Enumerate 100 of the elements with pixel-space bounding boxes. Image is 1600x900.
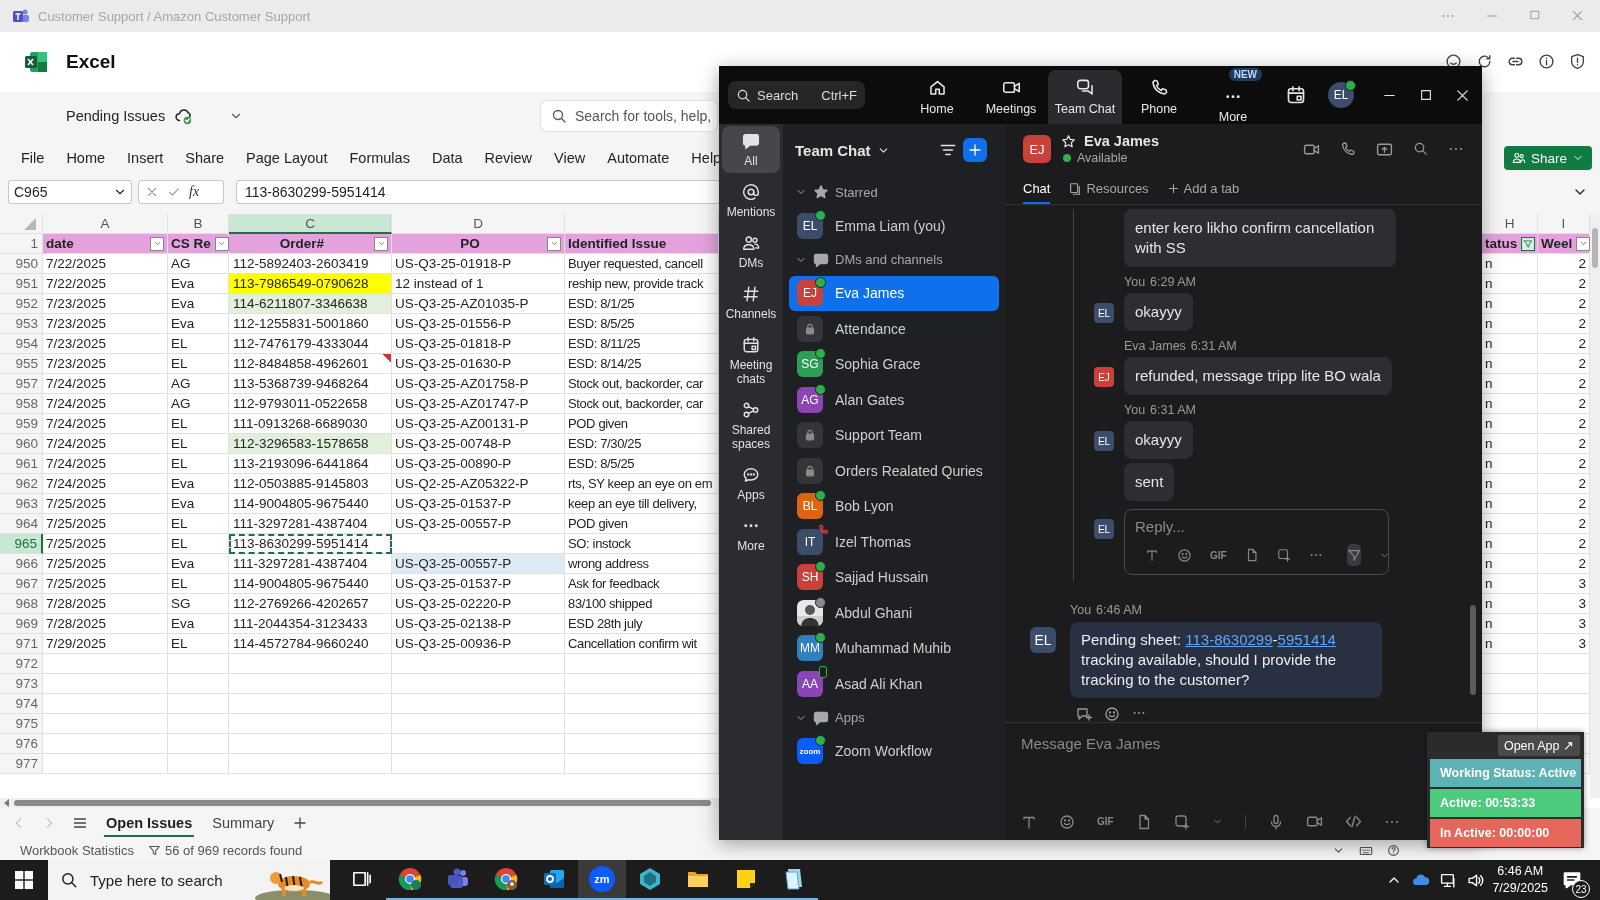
row-number[interactable]: 961	[0, 454, 43, 474]
share-screen-icon[interactable]	[1376, 140, 1393, 158]
row-number[interactable]: 975	[0, 714, 43, 734]
row-number[interactable]: 959	[0, 414, 43, 434]
screenshot-icon[interactable]	[1173, 813, 1190, 830]
filter-dropdown-button[interactable]	[214, 236, 229, 251]
message-field[interactable]: Message Eva James	[1021, 735, 1161, 752]
column-letter[interactable]: D	[392, 214, 565, 234]
column-letter[interactable]: C	[229, 214, 392, 234]
sidebar-item[interactable]: Channels	[722, 279, 780, 326]
nav-tab[interactable]: Phone	[1122, 70, 1196, 124]
name-box[interactable]: C965	[8, 180, 132, 204]
sidebar-item[interactable]: Shared spaces	[722, 395, 780, 456]
filter-dropdown-button[interactable]	[150, 236, 164, 251]
search-icon[interactable]	[1413, 140, 1428, 156]
sidebar-item[interactable]: More	[722, 511, 780, 558]
clock-date[interactable]: 7/29/2025	[1492, 880, 1548, 897]
chat-list-item[interactable]: Abdul Ghani	[789, 595, 999, 631]
menu-item[interactable]: File	[21, 150, 45, 166]
row-number[interactable]: 974	[0, 694, 43, 714]
sheet-tab[interactable]: Open Issues	[104, 809, 195, 837]
open-app-button[interactable]: Open App ↗	[1497, 734, 1580, 756]
calendar-icon[interactable]	[1286, 85, 1306, 105]
filter-dropdown-button[interactable]	[1576, 236, 1591, 251]
column-letter[interactable]: B	[168, 214, 229, 234]
row-number[interactable]: 967	[0, 574, 43, 594]
chat-list-item[interactable]: EL Emma Liam (you)	[789, 208, 999, 244]
row-number[interactable]: 952	[0, 294, 43, 314]
star-icon[interactable]	[1061, 133, 1076, 149]
nav-tab[interactable]: Meetings	[974, 70, 1048, 124]
phone-icon[interactable]	[1340, 140, 1356, 157]
chat-tab[interactable]: Resources	[1068, 181, 1149, 204]
browser-icon[interactable]	[494, 867, 518, 891]
filter-applied-button[interactable]	[1521, 236, 1536, 251]
chat-list-item[interactable]: AG Alan Gates	[789, 382, 999, 418]
close-icon[interactable]	[1455, 87, 1470, 103]
windows-logo-icon[interactable]	[15, 871, 33, 889]
vertical-scrollbar[interactable]	[1590, 214, 1600, 798]
formula-field[interactable]: 113-8630299-5951414	[236, 180, 720, 204]
row-number[interactable]: 960	[0, 434, 43, 454]
row-number[interactable]: 973	[0, 674, 43, 694]
sidebar-item[interactable]: Apps	[722, 460, 780, 507]
row-number[interactable]: 958	[0, 394, 43, 414]
diamond-app-icon[interactable]	[638, 867, 662, 891]
people-app-icon[interactable]	[446, 867, 470, 891]
menu-item[interactable]: Review	[484, 150, 533, 166]
help-icon[interactable]	[1387, 844, 1400, 857]
mail-app-icon[interactable]	[542, 867, 566, 891]
section-header[interactable]: DMs and channels	[795, 243, 995, 276]
menu-item[interactable]: View	[554, 150, 586, 166]
sticky-note-icon[interactable]	[734, 867, 758, 891]
chat-list-item[interactable]: EJ Eva James	[789, 275, 999, 311]
menu-item[interactable]: Insert	[127, 150, 164, 166]
menu-item[interactable]: Automate	[607, 150, 670, 166]
chat-tab[interactable]: Chat	[1023, 181, 1051, 204]
shield-icon[interactable]	[1569, 52, 1586, 70]
horizontal-scrollbar[interactable]	[0, 798, 719, 808]
sidebar-item[interactable]: DMs	[722, 228, 780, 275]
menu-item[interactable]: Data	[431, 150, 463, 166]
nav-tab[interactable]: More	[1196, 88, 1270, 124]
chat-list-item[interactable]: IT Izel Thomas	[789, 524, 999, 560]
status-text[interactable]: Workbook Statistics	[20, 843, 134, 858]
row-number[interactable]: 977	[0, 754, 43, 774]
menu-item[interactable]: Share	[185, 150, 225, 166]
share-button[interactable]: Share	[1503, 146, 1592, 170]
row-number[interactable]: 962	[0, 474, 43, 494]
taskbar-button[interactable]: zm	[578, 860, 626, 900]
row-number[interactable]: 954	[0, 334, 43, 354]
check-icon[interactable]	[167, 185, 181, 199]
row-number[interactable]: 971	[0, 634, 43, 654]
filter-dropdown-button[interactable]	[374, 236, 388, 251]
user-avatar[interactable]: EL	[1328, 82, 1354, 108]
cancel-icon[interactable]	[145, 185, 159, 199]
column-letter[interactable]: I	[1538, 214, 1590, 234]
sidebar-item[interactable]: Mentions	[722, 177, 780, 224]
search-field[interactable]: Search Ctrl+F	[728, 81, 865, 109]
filter-dropdown-button[interactable]	[547, 236, 561, 251]
chat-list-item[interactable]: Attendance	[789, 311, 999, 347]
nav-tab[interactable]: Team Chat	[1048, 70, 1122, 124]
row-number[interactable]: 957	[0, 374, 43, 394]
row-number[interactable]: 966	[0, 554, 43, 574]
chat-list-item[interactable]: BL Bob Lyon	[789, 488, 999, 524]
network-icon[interactable]	[1440, 871, 1458, 889]
chat-list-item[interactable]: SH Sajjad Hussain	[789, 559, 999, 595]
chat-list-item[interactable]: MM Muhammad Muhib	[789, 630, 999, 666]
task-view-icon[interactable]	[352, 869, 372, 889]
order-link[interactable]: 5951414	[1277, 631, 1336, 648]
row-number[interactable]: 972	[0, 654, 43, 674]
chat-list-item[interactable]: AA Asad Ali Khan	[789, 666, 999, 702]
row-number[interactable]: 953	[0, 314, 43, 334]
row-number[interactable]: 963	[0, 494, 43, 514]
sidebar-item[interactable]: All	[722, 126, 780, 173]
menu-item[interactable]: Home	[66, 150, 106, 166]
chat-list-item[interactable]: Support Team	[789, 417, 999, 453]
order-link[interactable]: 113-8630299	[1185, 631, 1273, 648]
column-letter[interactable]: A	[43, 214, 168, 234]
row-number[interactable]: 950	[0, 254, 43, 274]
list-title[interactable]: Team Chat	[795, 141, 871, 159]
section-header[interactable]: Apps	[795, 701, 995, 734]
row-number[interactable]: 951	[0, 274, 43, 294]
